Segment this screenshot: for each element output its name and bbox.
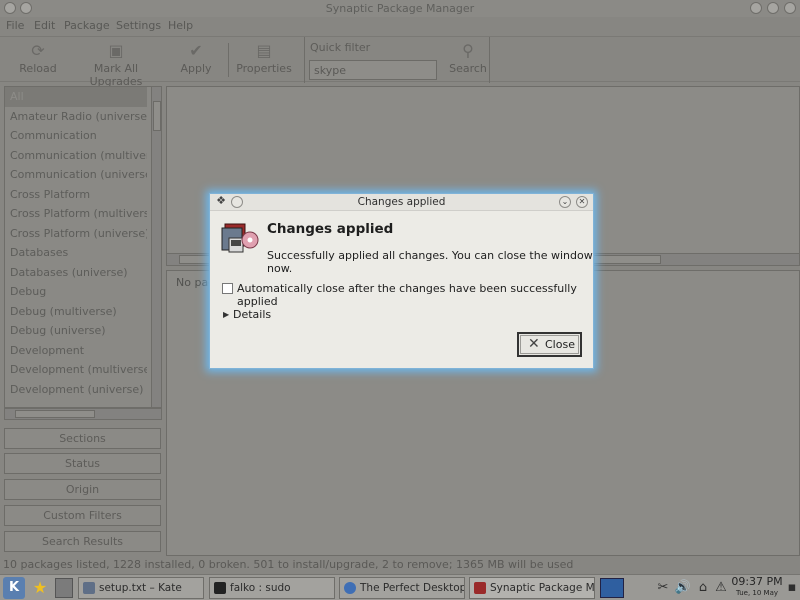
- section-item[interactable]: Development (multiverse): [5, 360, 147, 380]
- apply-button[interactable]: ✔ Apply: [176, 39, 216, 81]
- task-synaptic[interactable]: Synaptic Package Mana: [469, 577, 595, 599]
- properties-button[interactable]: ▤ Properties: [236, 39, 292, 81]
- menubar: File Edit Package Settings Help: [0, 17, 800, 36]
- section-item[interactable]: Development: [5, 341, 147, 361]
- minimize-icon[interactable]: [750, 2, 762, 14]
- upgrade-icon: ▣: [108, 41, 124, 60]
- scrollbar-thumb[interactable]: [153, 101, 161, 131]
- menu-help[interactable]: Help: [168, 19, 193, 32]
- sections-list: All Amateur Radio (universe) Communicati…: [4, 86, 162, 408]
- origin-filter-button[interactable]: Origin: [4, 479, 161, 500]
- apply-checkmark-icon: ✔: [189, 41, 203, 60]
- section-item[interactable]: Databases: [5, 243, 147, 263]
- apply-label: Apply: [180, 62, 212, 75]
- section-item[interactable]: Communication: [5, 126, 147, 146]
- section-item[interactable]: Cross Platform (multiverse): [5, 204, 147, 224]
- section-item[interactable]: Amateur Radio (universe): [5, 107, 147, 127]
- custom-filters-button[interactable]: Custom Filters: [4, 505, 161, 526]
- task-label: falko : sudo: [230, 582, 291, 594]
- window-title: Synaptic Package Manager: [325, 2, 475, 15]
- quick-filter-label: Quick filter: [310, 41, 371, 54]
- dialog-heading: Changes applied: [267, 221, 394, 237]
- section-item[interactable]: Debug (multiverse): [5, 302, 147, 322]
- taskbar: K ★ setup.txt – Kate falko : sudo The Pe…: [0, 574, 800, 600]
- mark-all-upgrades-button[interactable]: ▣ Mark All Upgrades: [68, 39, 164, 89]
- clock[interactable]: 09:37 PM Tue, 10 May: [730, 575, 784, 598]
- mark-all-upgrades-label: Mark All Upgrades: [89, 62, 143, 88]
- auto-close-checkbox[interactable]: [222, 283, 233, 294]
- auto-close-label[interactable]: Automatically close after the changes ha…: [237, 282, 593, 308]
- menu-file[interactable]: File: [6, 19, 24, 32]
- close-button-label: Close: [545, 338, 575, 351]
- search-results-button[interactable]: Search Results: [4, 531, 161, 552]
- search-label: Search: [449, 62, 487, 75]
- section-item[interactable]: Debug (universe): [5, 321, 147, 341]
- dialog-title: Changes applied: [357, 196, 446, 208]
- task-terminal[interactable]: falko : sudo: [209, 577, 335, 599]
- kde-menu-icon[interactable]: K: [3, 577, 25, 599]
- status-filter-button[interactable]: Status: [4, 453, 161, 474]
- kate-icon: [83, 582, 95, 594]
- task-browser[interactable]: The Perfect Desktop -: [339, 577, 465, 599]
- section-item[interactable]: Development (universe): [5, 380, 147, 400]
- dialog-message: Successfully applied all changes. You ca…: [267, 249, 593, 275]
- task-label: The Perfect Desktop -: [360, 582, 465, 594]
- synaptic-icon: [474, 582, 486, 594]
- quick-filter: Quick filter ⚲ Search: [304, 37, 490, 83]
- task-label: setup.txt – Kate: [99, 582, 182, 594]
- terminal-icon: [214, 582, 226, 594]
- browser-icon: [344, 582, 356, 594]
- section-item[interactable]: Cross Platform: [5, 185, 147, 205]
- sections-filter-button[interactable]: Sections: [4, 428, 161, 449]
- scissors-icon[interactable]: ✂: [654, 579, 672, 597]
- details-expander[interactable]: Details: [233, 308, 271, 321]
- close-icon: ✕: [528, 336, 540, 352]
- sections-vertical-scrollbar[interactable]: [151, 87, 161, 407]
- dialog-minimize-icon[interactable]: ⌄: [559, 196, 571, 208]
- section-item[interactable]: Communication (universe): [5, 165, 147, 185]
- search-icon: ⚲: [462, 41, 474, 60]
- details-expander-icon[interactable]: ▶: [223, 310, 229, 319]
- close-window-icon[interactable]: [784, 2, 796, 14]
- reload-label: Reload: [19, 62, 57, 75]
- reload-icon: ⟳: [31, 41, 45, 60]
- section-item[interactable]: Debug: [5, 282, 147, 302]
- maximize-icon[interactable]: [767, 2, 779, 14]
- status-bar: 10 packages listed, 1228 installed, 0 br…: [3, 558, 574, 571]
- changes-applied-dialog: ❖ Changes applied ⌄ ✕ Changes applied Su…: [209, 193, 594, 369]
- dialog-titlebar: ❖ Changes applied ⌄ ✕: [210, 194, 593, 211]
- menu-edit[interactable]: Edit: [34, 19, 55, 32]
- task-label: Synaptic Package Mana: [490, 582, 595, 594]
- section-item[interactable]: Databases (universe): [5, 263, 147, 283]
- favorites-star-icon[interactable]: ★: [30, 578, 50, 598]
- reload-button[interactable]: ⟳ Reload: [16, 39, 60, 81]
- section-item-all[interactable]: All: [5, 87, 147, 107]
- scrollbar-thumb[interactable]: [15, 410, 95, 418]
- updates-icon[interactable]: ⚠: [712, 579, 730, 597]
- section-item[interactable]: Cross Platform (universe): [5, 224, 147, 244]
- volume-icon[interactable]: 🔊: [674, 579, 692, 597]
- toolbar-separator: [228, 43, 229, 77]
- toolbar: ⟳ Reload ▣ Mark All Upgrades ✔ Apply ▤ P…: [0, 36, 800, 89]
- package-manager-icon: [221, 223, 259, 253]
- close-button[interactable]: ✕ Close: [517, 332, 582, 357]
- clock-date: Tue, 10 May: [735, 589, 778, 597]
- window-titlebar: Synaptic Package Manager: [0, 0, 800, 17]
- properties-label: Properties: [236, 62, 292, 75]
- clock-time: 09:37 PM: [731, 575, 783, 588]
- properties-icon: ▤: [256, 41, 272, 60]
- sections-horizontal-scrollbar[interactable]: [4, 408, 162, 420]
- search-button[interactable]: ⚲ Search: [449, 39, 487, 81]
- show-desktop-icon[interactable]: ▪: [786, 579, 798, 597]
- menu-package[interactable]: Package: [64, 19, 110, 32]
- desktop-thumbnail-icon[interactable]: [600, 578, 624, 598]
- task-kate[interactable]: setup.txt – Kate: [78, 577, 204, 599]
- network-icon[interactable]: ⌂: [694, 579, 712, 597]
- section-item[interactable]: Communication (multiverse): [5, 146, 147, 166]
- desktop-pager-icon[interactable]: [55, 578, 73, 598]
- menu-settings[interactable]: Settings: [116, 19, 161, 32]
- quick-filter-input[interactable]: [309, 60, 437, 80]
- dialog-close-icon[interactable]: ✕: [576, 196, 588, 208]
